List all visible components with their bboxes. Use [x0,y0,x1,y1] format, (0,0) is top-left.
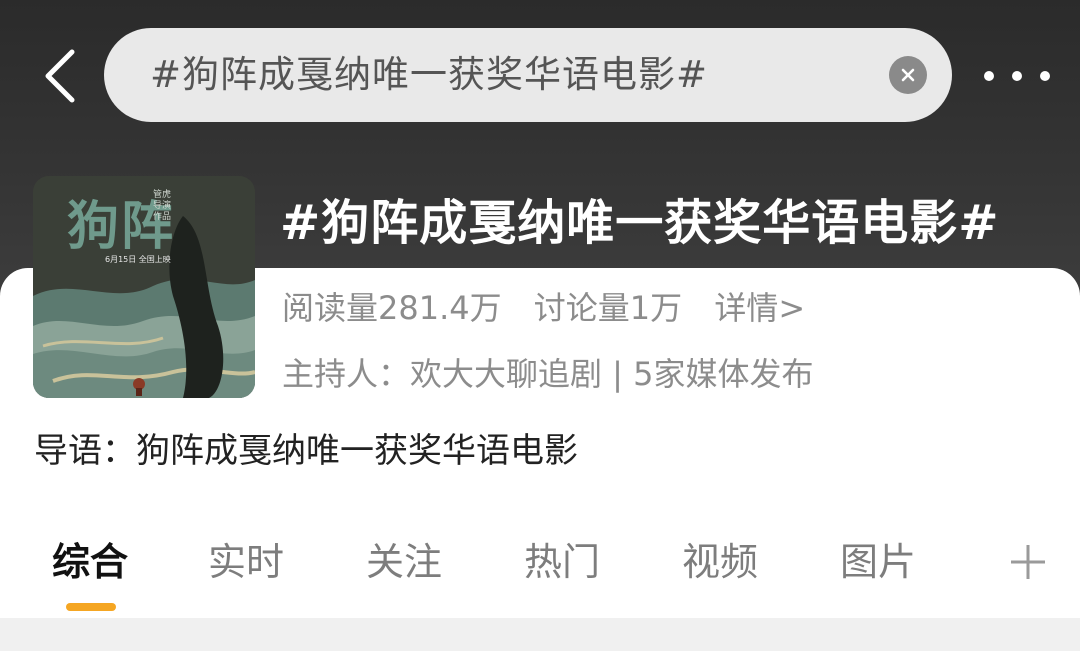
back-button[interactable] [36,45,84,107]
tab-hot[interactable]: 热门 [524,530,600,594]
chevron-left-icon [45,49,75,103]
topic-title: #狗阵成戛纳唯一获奖华语电影# [280,195,1000,251]
tab-images[interactable]: 图片 [840,530,916,594]
clear-icon [901,68,915,82]
poster-director: 管虎 导演作品 [153,190,172,222]
search-bar[interactable]: #狗阵成戛纳唯一获奖华语电影# [104,28,952,122]
tab-bar: 综合 实时 关注 热门 视频 图片 [0,530,1080,611]
tab-realtime[interactable]: 实时 [208,530,284,594]
more-dots-icon [1012,71,1022,81]
details-link[interactable]: 详情> [714,289,805,327]
more-dots-icon [984,71,994,81]
poster-release-date: 6月15日 全国上映 [105,255,171,264]
add-tab-button[interactable] [1008,542,1048,582]
host-info[interactable]: 主持人：欢大大聊追剧 | 5家媒体发布 [282,352,814,396]
discussion-count: 讨论量1万 [533,289,683,327]
search-input[interactable]: #狗阵成戛纳唯一获奖华语电影# [150,28,708,122]
topic-intro: 导语：狗阵成戛纳唯一获奖华语电影 [34,431,578,471]
tab-video[interactable]: 视频 [682,530,758,594]
read-count: 阅读量281.4万 [282,289,502,327]
movie-poster[interactable]: 狗阵 管虎 导演作品 6月15日 全国上映 [33,176,255,398]
clear-search-button[interactable] [889,56,927,94]
tab-following[interactable]: 关注 [366,530,442,594]
topic-stats: 阅读量281.4万 讨论量1万 详情> [282,286,827,330]
plus-icon [1011,545,1045,579]
more-options-button[interactable] [984,58,1050,94]
active-tab-indicator [66,603,116,611]
content-divider [0,618,1080,651]
tab-comprehensive[interactable]: 综合 [52,530,128,594]
more-dots-icon [1040,71,1050,81]
